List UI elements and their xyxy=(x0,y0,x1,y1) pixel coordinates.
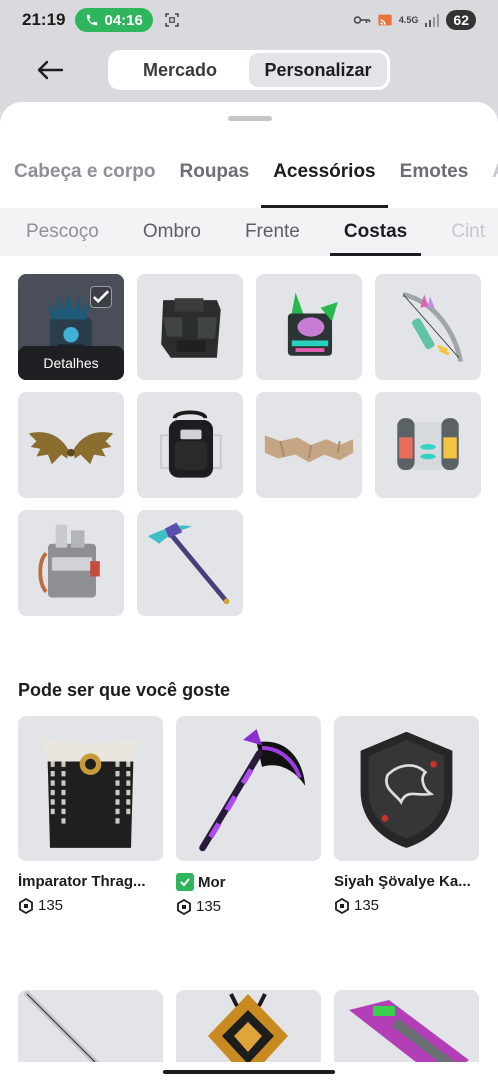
system-nav-bar xyxy=(0,1062,498,1080)
recommendation-card[interactable]: Siyah Şövalye Ka... 135 xyxy=(334,716,479,915)
status-time: 21:19 xyxy=(22,10,66,29)
tab-acessorios[interactable]: Acessórios xyxy=(261,154,389,208)
item-rainbow-bow-image xyxy=(402,292,463,363)
call-timer: 04:16 xyxy=(104,11,143,29)
subtab-costas[interactable]: Costas xyxy=(329,208,422,256)
item-tile[interactable] xyxy=(18,392,124,498)
verified-check-icon xyxy=(176,873,194,891)
subtab-pescoco[interactable]: Pescoço xyxy=(26,208,99,256)
cast-icon xyxy=(378,14,392,26)
item-tile[interactable] xyxy=(375,274,481,380)
item-tile-equipped[interactable]: Detalhes xyxy=(18,274,124,380)
item-grid: Detalhes xyxy=(18,274,481,616)
item-purple-scythe-image xyxy=(199,729,306,852)
status-bar: 21:19 04:16 4.5G 62 xyxy=(0,0,498,40)
item-tile[interactable] xyxy=(256,392,362,498)
item-gray-backpack-image xyxy=(38,524,100,598)
recommendation-name: Mor xyxy=(176,873,321,891)
price-value: 135 xyxy=(38,897,64,914)
home-indicator[interactable] xyxy=(163,1070,335,1074)
top-header: Mercado Personalizar xyxy=(0,40,498,100)
phone-icon xyxy=(87,14,98,26)
robux-icon xyxy=(177,898,191,915)
tab-next-partial[interactable]: A xyxy=(480,154,498,208)
tab-roupas[interactable]: Roupas xyxy=(168,154,262,208)
recommendation-name-text: Mor xyxy=(198,873,226,891)
status-right: 4.5G 62 xyxy=(353,10,476,30)
robux-icon xyxy=(335,897,349,914)
item-jetpack-image xyxy=(397,418,459,470)
details-button[interactable]: Detalhes xyxy=(18,346,124,380)
key-icon xyxy=(353,16,371,24)
sheet-grabber[interactable] xyxy=(228,116,272,121)
network-type: 4.5G xyxy=(398,15,419,25)
equipped-check xyxy=(90,286,112,308)
price-value: 135 xyxy=(354,897,380,914)
recommendation-price: 135 xyxy=(334,897,479,914)
recommendation-image xyxy=(18,716,163,861)
tab-mercado[interactable]: Mercado xyxy=(111,53,249,87)
sub-tabs: Pescoço Ombro Frente Costas Cint xyxy=(14,208,485,256)
item-tile[interactable] xyxy=(137,392,243,498)
price-value: 135 xyxy=(196,898,222,915)
tab-personalizar[interactable]: Personalizar xyxy=(249,53,387,87)
recommendation-name: İmparator Thrag... xyxy=(18,873,146,890)
item-tile[interactable] xyxy=(137,274,243,380)
mode-switch: Mercado Personalizar xyxy=(108,50,390,90)
item-crystal-pickaxe-image xyxy=(147,522,230,605)
item-black-backpack-image xyxy=(160,410,222,478)
battery-level: 62 xyxy=(446,10,476,30)
subtab-frente[interactable]: Frente xyxy=(245,208,300,256)
item-black-knight-shield-image xyxy=(360,731,453,848)
robux-icon xyxy=(19,897,33,914)
category-tabs: Cabeça e corpo Roupas Acessórios Emotes … xyxy=(14,154,498,208)
recommendation-price: 135 xyxy=(18,897,163,914)
item-tile[interactable] xyxy=(137,510,243,616)
tab-emotes[interactable]: Emotes xyxy=(388,154,481,208)
item-armor-back-image xyxy=(161,298,221,358)
item-tile[interactable] xyxy=(18,510,124,616)
recommendations-list: İmparator Thrag... 135 Mor 135 Siyah Şöv… xyxy=(18,716,479,915)
item-bat-wings-image xyxy=(28,432,114,465)
item-fabric-scarf-image xyxy=(264,435,354,463)
call-pill[interactable]: 04:16 xyxy=(75,8,153,32)
customize-sheet: Cabeça e corpo Roupas Acessórios Emotes … xyxy=(0,102,498,1080)
recommendation-price: 135 xyxy=(176,898,321,915)
arrow-left-icon xyxy=(37,60,64,80)
item-tile[interactable] xyxy=(375,392,481,498)
item-tile[interactable] xyxy=(256,274,362,380)
subtab-ombro[interactable]: Ombro xyxy=(143,208,201,256)
tab-cabeca-e-corpo[interactable]: Cabeça e corpo xyxy=(14,154,168,208)
recommendation-card[interactable]: İmparator Thrag... 135 xyxy=(18,716,163,915)
subtab-cintura-partial[interactable]: Cint xyxy=(451,208,485,256)
recommendation-image xyxy=(334,716,479,861)
recommendations-title: Pode ser que você goste xyxy=(18,680,231,700)
signal-icon xyxy=(425,14,440,27)
back-button[interactable] xyxy=(32,52,68,88)
item-robot-pack-image xyxy=(287,292,338,356)
recommendation-card[interactable]: Mor 135 xyxy=(176,716,321,915)
checkmark-icon xyxy=(92,290,110,304)
recommendation-image xyxy=(176,716,321,861)
screenshot-icon xyxy=(165,13,179,27)
recommendation-name: Siyah Şövalye Ka... xyxy=(334,873,471,890)
item-emperor-cape-image xyxy=(41,737,140,848)
